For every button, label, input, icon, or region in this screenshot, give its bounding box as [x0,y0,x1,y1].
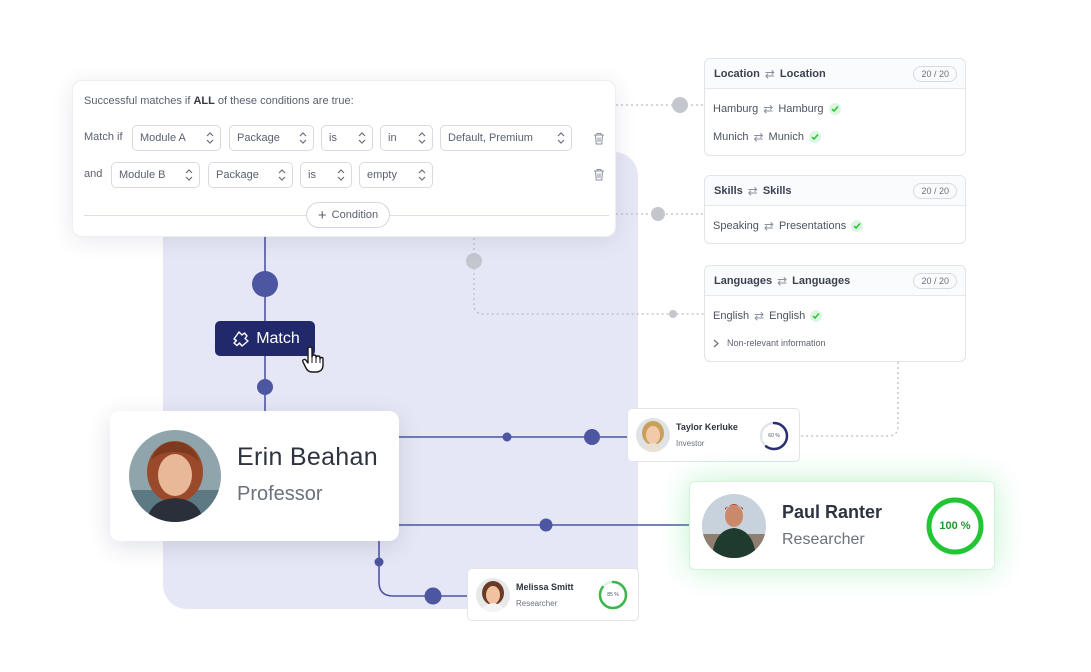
person-role: Investor [676,439,705,448]
mapping-header: Location ⇄ Location 20 / 20 [705,59,965,89]
avatar [702,494,766,558]
person-role: Researcher [516,599,558,608]
connector-node [651,207,665,221]
field-select[interactable]: Package [208,162,293,188]
match-button[interactable]: Match [215,321,315,356]
non-relevant-toggle[interactable]: Non-relevant information [713,338,826,348]
module-select[interactable]: Module A [132,125,221,151]
connector-node [669,310,677,318]
avatar [636,418,670,452]
check-icon [809,131,821,143]
swap-arrows-icon: ⇄ [763,102,774,116]
mapping-row: Hamburg ⇄ Hamburg [713,102,841,116]
swap-arrows-icon: ⇄ [764,66,775,81]
flow-node [252,271,278,297]
match-button-label: Match [256,329,300,347]
match-count-badge: 20 / 20 [913,66,957,82]
updown-chevron-icon [278,169,286,181]
avatar [476,578,510,612]
check-icon [828,103,841,115]
conditions-header: Successful matches if ALL of these condi… [84,95,354,107]
mapping-header: Languages ⇄ Languages 20 / 20 [705,266,965,296]
updown-chevron-icon [358,132,366,144]
swap-arrows-icon: ⇄ [777,273,788,288]
person-card-taylor[interactable]: Taylor Kerluke Investor 60 % [627,408,800,462]
match-score-label: 85 % [607,592,619,598]
swap-arrows-icon: ⇄ [753,130,764,144]
person-role: Researcher [782,531,865,548]
swap-arrows-icon: ⇄ [747,183,758,198]
updown-chevron-icon [557,132,565,144]
plus-icon: + [317,206,327,224]
chevron-right-icon [713,339,719,347]
flow-node [257,379,273,395]
mapping-row: English ⇄ English [713,309,823,323]
swap-arrows-icon: ⇄ [763,219,774,233]
match-score-label: 100 % [939,520,971,532]
updown-chevron-icon [418,132,426,144]
add-condition-label: Condition [331,209,379,221]
conditions-card: Successful matches if ALL of these condi… [72,80,616,237]
flow-node [374,557,384,567]
mapping-row: Speaking ⇄ Presentations [713,219,864,233]
mapping-card-skills: Skills ⇄ Skills 20 / 20 Speaking ⇄ Presentati… [704,175,966,244]
person-name: Taylor Kerluke [676,422,738,432]
mapping-card-location: Location ⇄ Location 20 / 20 Hamburg ⇄ Hamburg… [704,58,966,156]
delete-condition-icon[interactable] [593,168,605,181]
person-name: Erin Beahan [237,443,378,471]
match-score-ring: 100 % [925,496,985,556]
match-count-badge: 20 / 20 [913,273,957,289]
field-select[interactable]: Package [229,125,314,151]
updown-chevron-icon [185,169,193,181]
avatar [129,430,221,522]
module-select[interactable]: Module B [111,162,200,188]
match-score-ring: 60 % [758,420,790,452]
flow-node [584,429,600,445]
value-select[interactable]: Default, Premium [440,125,572,151]
match-score-label: 60 % [768,433,780,439]
swap-arrows-icon: ⇄ [754,309,765,323]
person-card-erin[interactable]: Erin Beahan Professor [110,411,399,541]
operator-select[interactable]: is [300,162,352,188]
condition-row-label: Match if [84,131,123,143]
updown-chevron-icon [299,132,307,144]
puzzle-icon [233,330,249,347]
hand-cursor-icon [301,346,324,373]
person-name: Paul Ranter [782,502,883,522]
flow-node [539,518,553,532]
connector-node [466,253,482,269]
mapping-row: Munich ⇄ Munich [713,130,821,144]
delete-condition-icon[interactable] [593,132,605,145]
match-score-ring: 85 % [597,579,629,611]
value-select[interactable]: empty [359,162,433,188]
person-card-melissa[interactable]: Melissa Smitt Researcher 85 % [467,568,639,621]
mapping-header: Skills ⇄ Skills 20 / 20 [705,176,965,206]
relation-select[interactable]: in [380,125,433,151]
match-count-badge: 20 / 20 [913,183,957,199]
flow-node [424,587,442,605]
person-card-paul[interactable]: Paul Ranter Researcher 100 % [689,481,995,570]
updown-chevron-icon [418,169,426,181]
updown-chevron-icon [206,132,214,144]
flow-node [502,432,512,442]
operator-select[interactable]: is [321,125,373,151]
check-icon [851,220,864,232]
check-icon [810,310,823,322]
condition-row-label: and [84,168,103,180]
add-condition-button[interactable]: + Condition [306,202,390,228]
connector-node [672,97,688,113]
mapping-card-languages: Languages ⇄ Languages 20 / 20 English ⇄ Engli… [704,265,966,362]
person-name: Melissa Smitt [516,582,574,592]
updown-chevron-icon [337,169,345,181]
person-role: Professor [237,483,323,505]
